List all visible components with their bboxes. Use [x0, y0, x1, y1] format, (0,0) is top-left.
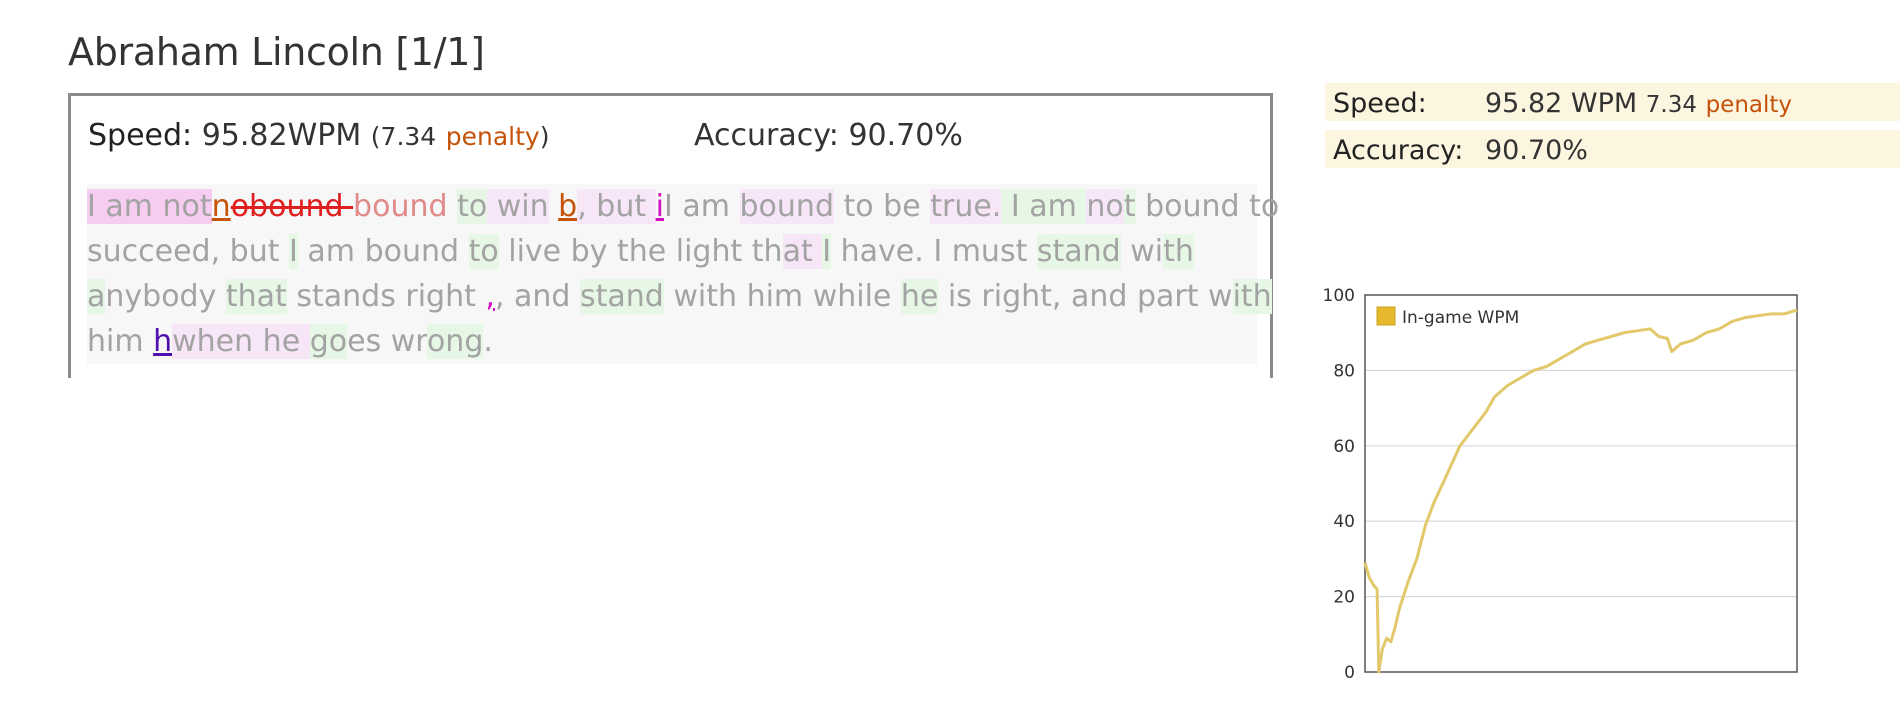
passage-segment: stand — [1036, 234, 1121, 269]
y-tick-label: 80 — [1333, 361, 1355, 381]
passage-segment: th — [1163, 234, 1194, 269]
plot-frame — [1364, 294, 1798, 673]
legend-swatch — [1376, 306, 1396, 326]
passage-segment: when he — [172, 324, 310, 359]
passage-segment: nybody — [105, 279, 226, 314]
speed-value: 95.82WPM — [201, 118, 362, 153]
passage-segment: I am — [663, 189, 740, 224]
passage-segment: I — [822, 234, 832, 269]
summary-accuracy-label: Accuracy: — [1333, 135, 1464, 166]
passage-segment: succeed, but — [87, 234, 290, 269]
passage-segment: is right, and part w — [938, 279, 1233, 314]
passage-segment: am bound — [297, 234, 469, 269]
y-tick-label: 40 — [1333, 512, 1355, 532]
summary-penalty-label: penalty — [1705, 92, 1793, 118]
typed-passage: I am notnobound bound to win b, but iI a… — [87, 184, 1279, 364]
passage-segment: I — [289, 234, 298, 269]
summary-speed-value: 95.82 WPM — [1485, 88, 1638, 119]
passage-segment: true. — [930, 189, 1002, 224]
passage-segment: b — [558, 189, 578, 224]
y-tick-label: 100 — [1323, 286, 1355, 306]
passage-segment: h — [153, 324, 173, 359]
summary-speed-row: Speed: 95.82 WPM 7.34 penalty — [1325, 83, 1900, 121]
passage-segment — [448, 189, 458, 224]
y-tick-label: 20 — [1333, 588, 1355, 608]
page-title: Abraham Lincoln [1/1] — [68, 30, 485, 74]
passage-segment: to — [457, 189, 488, 224]
y-tick-label: 0 — [1344, 663, 1355, 683]
passage-segment: n — [211, 189, 231, 224]
race-result-panel: Speed: 95.82WPM (7.34 penalty) Accuracy:… — [68, 93, 1279, 378]
passage-segment: t — [1123, 189, 1136, 224]
speed-stat: Speed: 95.82WPM (7.34 penalty) — [88, 118, 550, 153]
wpm-chart: 0 20 40 60 80 100 In-game WPM — [1323, 286, 1798, 683]
passage-segment: I am not — [87, 189, 212, 224]
passage-segment — [549, 189, 559, 224]
passage-segment: wi — [1120, 234, 1164, 269]
summary-accuracy-value: 90.70% — [1485, 135, 1588, 166]
passage-segment: to — [468, 234, 499, 269]
passage-segment: go — [309, 324, 348, 359]
summary-speed-value-group: 95.82 WPM 7.34 penalty — [1485, 88, 1792, 119]
passage-segment: stand — [580, 279, 664, 314]
passage-segment: obound — [230, 189, 354, 224]
summary-speed-label: Speed: — [1333, 88, 1427, 119]
passage-segment — [476, 279, 486, 314]
passage-segment: I am — [1001, 189, 1087, 224]
accuracy-label: Accuracy: — [694, 118, 839, 153]
passage-segment: to be — [833, 189, 931, 224]
penalty-value: 7.34 — [380, 122, 437, 151]
penalty-label: penalty — [445, 122, 540, 151]
wpm-series-line — [1363, 308, 1798, 674]
passage-segment: at — [782, 234, 823, 269]
passage-segment: bound — [353, 189, 448, 224]
passage-segment: . — [483, 324, 493, 359]
passage-segment: , — [485, 279, 495, 314]
passage-segment: bound to — [1135, 189, 1289, 224]
summary-accuracy-row: Accuracy: 90.70% — [1325, 130, 1900, 168]
passage-segment: bound — [739, 189, 834, 224]
passage-segment: stands right — [286, 279, 476, 314]
passage-segment: that — [225, 279, 287, 314]
speed-label: Speed: — [88, 118, 193, 153]
summary-penalty-value: 7.34 — [1645, 92, 1697, 118]
passage-segment: live by the light th — [498, 234, 783, 269]
summary-table: Speed: 95.82 WPM 7.34 penalty Accuracy: … — [1325, 83, 1900, 177]
passage-segment: he — [900, 279, 939, 314]
penalty-open-paren: ( — [370, 122, 381, 151]
y-tick-label: 60 — [1333, 437, 1355, 457]
passage-segment: no — [1086, 189, 1124, 224]
passage-segment: a — [87, 279, 106, 314]
passage-segment: have. I must — [831, 234, 1037, 269]
accuracy-value: 90.70% — [848, 118, 963, 153]
penalty-close-paren: ) — [539, 122, 550, 151]
passage-segment: , but — [577, 189, 656, 224]
passage-segment: es wr — [347, 324, 427, 359]
passage-segment: with him while — [663, 279, 901, 314]
passage-segment: , and — [494, 279, 581, 314]
passage-segment: win — [487, 189, 549, 224]
legend-label: In-game WPM — [1402, 308, 1519, 328]
passage-segment: him — [87, 324, 154, 359]
accuracy-stat: Accuracy: 90.70% — [694, 118, 963, 153]
passage-segment: i — [655, 189, 664, 224]
passage-segment: ith — [1232, 279, 1272, 314]
passage-segment: ong — [426, 324, 484, 359]
